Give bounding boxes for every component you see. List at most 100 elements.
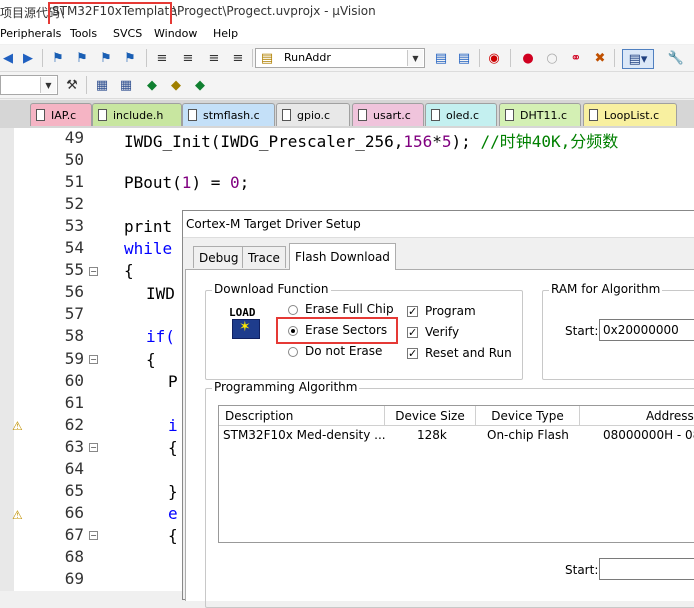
- code-line-51[interactable]: PBout(1) = 0;: [124, 173, 249, 192]
- tab-dht11-c[interactable]: DHT11.c: [499, 103, 581, 126]
- code-line-56[interactable]: IWD: [146, 284, 175, 303]
- indent-icon[interactable]: ≡: [154, 50, 170, 66]
- col-device-type[interactable]: Device Type: [476, 406, 580, 426]
- tab-label: DHT11.c: [520, 108, 568, 122]
- target-options-icon[interactable]: ⚒: [64, 77, 80, 93]
- uncomment-icon[interactable]: ≡: [230, 50, 246, 66]
- bookmark-prev-icon[interactable]: ⚑: [74, 50, 90, 66]
- line-number: 69: [64, 569, 84, 588]
- ram-start-field[interactable]: 0x20000000: [599, 319, 694, 341]
- chevron-down-icon[interactable]: ▼: [407, 50, 423, 66]
- breakpoint-icon[interactable]: ●: [520, 50, 536, 66]
- tab-include-h[interactable]: include.h: [92, 103, 182, 126]
- unindent-icon[interactable]: ≡: [180, 50, 196, 66]
- do-not-erase-label[interactable]: Do not Erase: [305, 344, 382, 358]
- line-number: 55: [64, 260, 84, 280]
- pack-installer-icon[interactable]: ◆: [144, 77, 160, 93]
- erase-full-chip-radio[interactable]: [288, 305, 298, 315]
- tab-label: stmflash.c: [203, 108, 260, 122]
- target-select[interactable]: ▼: [0, 75, 58, 95]
- bookmark-clear-icon[interactable]: ⚑: [122, 50, 138, 66]
- code-line-55[interactable]: {: [124, 261, 134, 280]
- tab-label: gpio.c: [297, 108, 331, 122]
- runtime-env-icon[interactable]: ◆: [192, 77, 208, 93]
- menu-window[interactable]: Window: [154, 27, 197, 40]
- breakpoint-disable-icon[interactable]: ○: [544, 50, 560, 66]
- fold-toggle-icon[interactable]: −: [89, 267, 98, 276]
- code-line-65[interactable]: }: [168, 482, 178, 501]
- tab-label: LoopList.c: [604, 108, 660, 122]
- code-line-60[interactable]: P: [168, 372, 178, 391]
- code-line-62[interactable]: i: [168, 416, 178, 435]
- file-icon: [431, 109, 440, 121]
- config-wrench-icon[interactable]: 🔧: [668, 50, 684, 66]
- col-address-range[interactable]: Address Ra: [580, 406, 694, 426]
- reset-and-run-checkbox[interactable]: ✓: [407, 348, 418, 359]
- code-line-63[interactable]: {: [168, 438, 178, 457]
- code-line-58[interactable]: if(: [146, 327, 175, 346]
- tab-stmflash-c[interactable]: stmflash.c: [182, 103, 275, 126]
- algo-start-label: Start:: [565, 563, 599, 577]
- code-line-59[interactable]: {: [146, 350, 156, 369]
- line-number: 56: [64, 282, 84, 302]
- program-label[interactable]: Program: [425, 304, 476, 318]
- select-packs-icon[interactable]: ◆: [168, 77, 184, 93]
- tab-flash-download[interactable]: Flash Download: [289, 243, 396, 270]
- fold-toggle-icon[interactable]: −: [89, 355, 98, 364]
- dialog-title-bar[interactable]: Cortex-M Target Driver Setup: [183, 211, 694, 238]
- window-layout-icon[interactable]: ▤▾: [622, 49, 654, 69]
- verify-checkbox[interactable]: ✓: [407, 327, 418, 338]
- do-not-erase-radio[interactable]: [288, 347, 298, 357]
- bookmark-icon[interactable]: ⚑: [50, 50, 66, 66]
- line-number: 63: [64, 436, 84, 456]
- tab-iap-c[interactable]: IAP.c: [30, 103, 92, 126]
- comment-icon[interactable]: ≡: [206, 50, 222, 66]
- find-combo[interactable]: ▤ RunAddr ▼: [255, 48, 425, 68]
- line-number: 54: [64, 238, 84, 258]
- col-device-size[interactable]: Device Size: [385, 406, 476, 426]
- tab-gpio-c[interactable]: gpio.c: [276, 103, 350, 126]
- erase-full-chip-label[interactable]: Erase Full Chip: [305, 302, 394, 316]
- menu-svcs[interactable]: SVCS: [113, 27, 142, 40]
- line-number: 62: [64, 414, 84, 434]
- line-number: 68: [64, 546, 84, 566]
- manage-components-icon[interactable]: ▦: [118, 77, 134, 93]
- breakpoint-kill-icon[interactable]: ⚭: [568, 50, 584, 66]
- menu-bar: Peripherals Tools SVCS Window Help: [0, 24, 694, 44]
- navigate-forward-icon[interactable]: ▶: [20, 50, 36, 66]
- code-line-67[interactable]: {: [168, 526, 178, 545]
- navigate-back-icon[interactable]: ◀: [0, 50, 16, 66]
- file-icon: [98, 109, 107, 121]
- tab-trace[interactable]: Trace: [242, 246, 286, 268]
- debug-session-icon[interactable]: ◉: [486, 50, 502, 66]
- fold-toggle-icon[interactable]: −: [89, 531, 98, 540]
- code-line-66[interactable]: e: [168, 504, 178, 523]
- code-punct: );: [451, 132, 481, 151]
- code-line-49[interactable]: IWDG_Init(IWDG_Prescaler_256,156*5); //时…: [124, 128, 618, 152]
- chevron-down-icon[interactable]: ▼: [40, 77, 56, 93]
- algo-start-field[interactable]: [599, 558, 694, 580]
- tab-oled-c[interactable]: oled.c: [425, 103, 497, 126]
- replace-icon[interactable]: ▤: [456, 50, 472, 66]
- download-function-title: Download Function: [212, 282, 331, 296]
- breakpoint-clear-icon[interactable]: ✖: [592, 50, 608, 66]
- line-number: 52: [64, 194, 84, 214]
- code-line-53[interactable]: print: [124, 217, 172, 236]
- find-icon[interactable]: ▤: [433, 50, 449, 66]
- code-line-54[interactable]: while: [124, 239, 172, 258]
- menu-tools[interactable]: Tools: [70, 27, 97, 40]
- reset-and-run-label[interactable]: Reset and Run: [425, 346, 512, 360]
- tab-debug[interactable]: Debug: [193, 246, 245, 268]
- menu-peripherals[interactable]: Peripherals: [0, 27, 61, 40]
- program-checkbox[interactable]: ✓: [407, 306, 418, 317]
- fold-toggle-icon[interactable]: −: [89, 443, 98, 452]
- file-extensions-icon[interactable]: ▦: [94, 77, 110, 93]
- code-punct: ;: [239, 173, 250, 192]
- menu-help[interactable]: Help: [213, 27, 238, 40]
- col-description[interactable]: Description: [219, 406, 385, 426]
- tab-usart-c[interactable]: usart.c: [352, 103, 424, 126]
- tab-looplist-c[interactable]: LoopList.c: [583, 103, 677, 126]
- bookmark-next-icon[interactable]: ⚑: [98, 50, 114, 66]
- line-number: 50: [64, 150, 84, 170]
- verify-label[interactable]: Verify: [425, 325, 459, 339]
